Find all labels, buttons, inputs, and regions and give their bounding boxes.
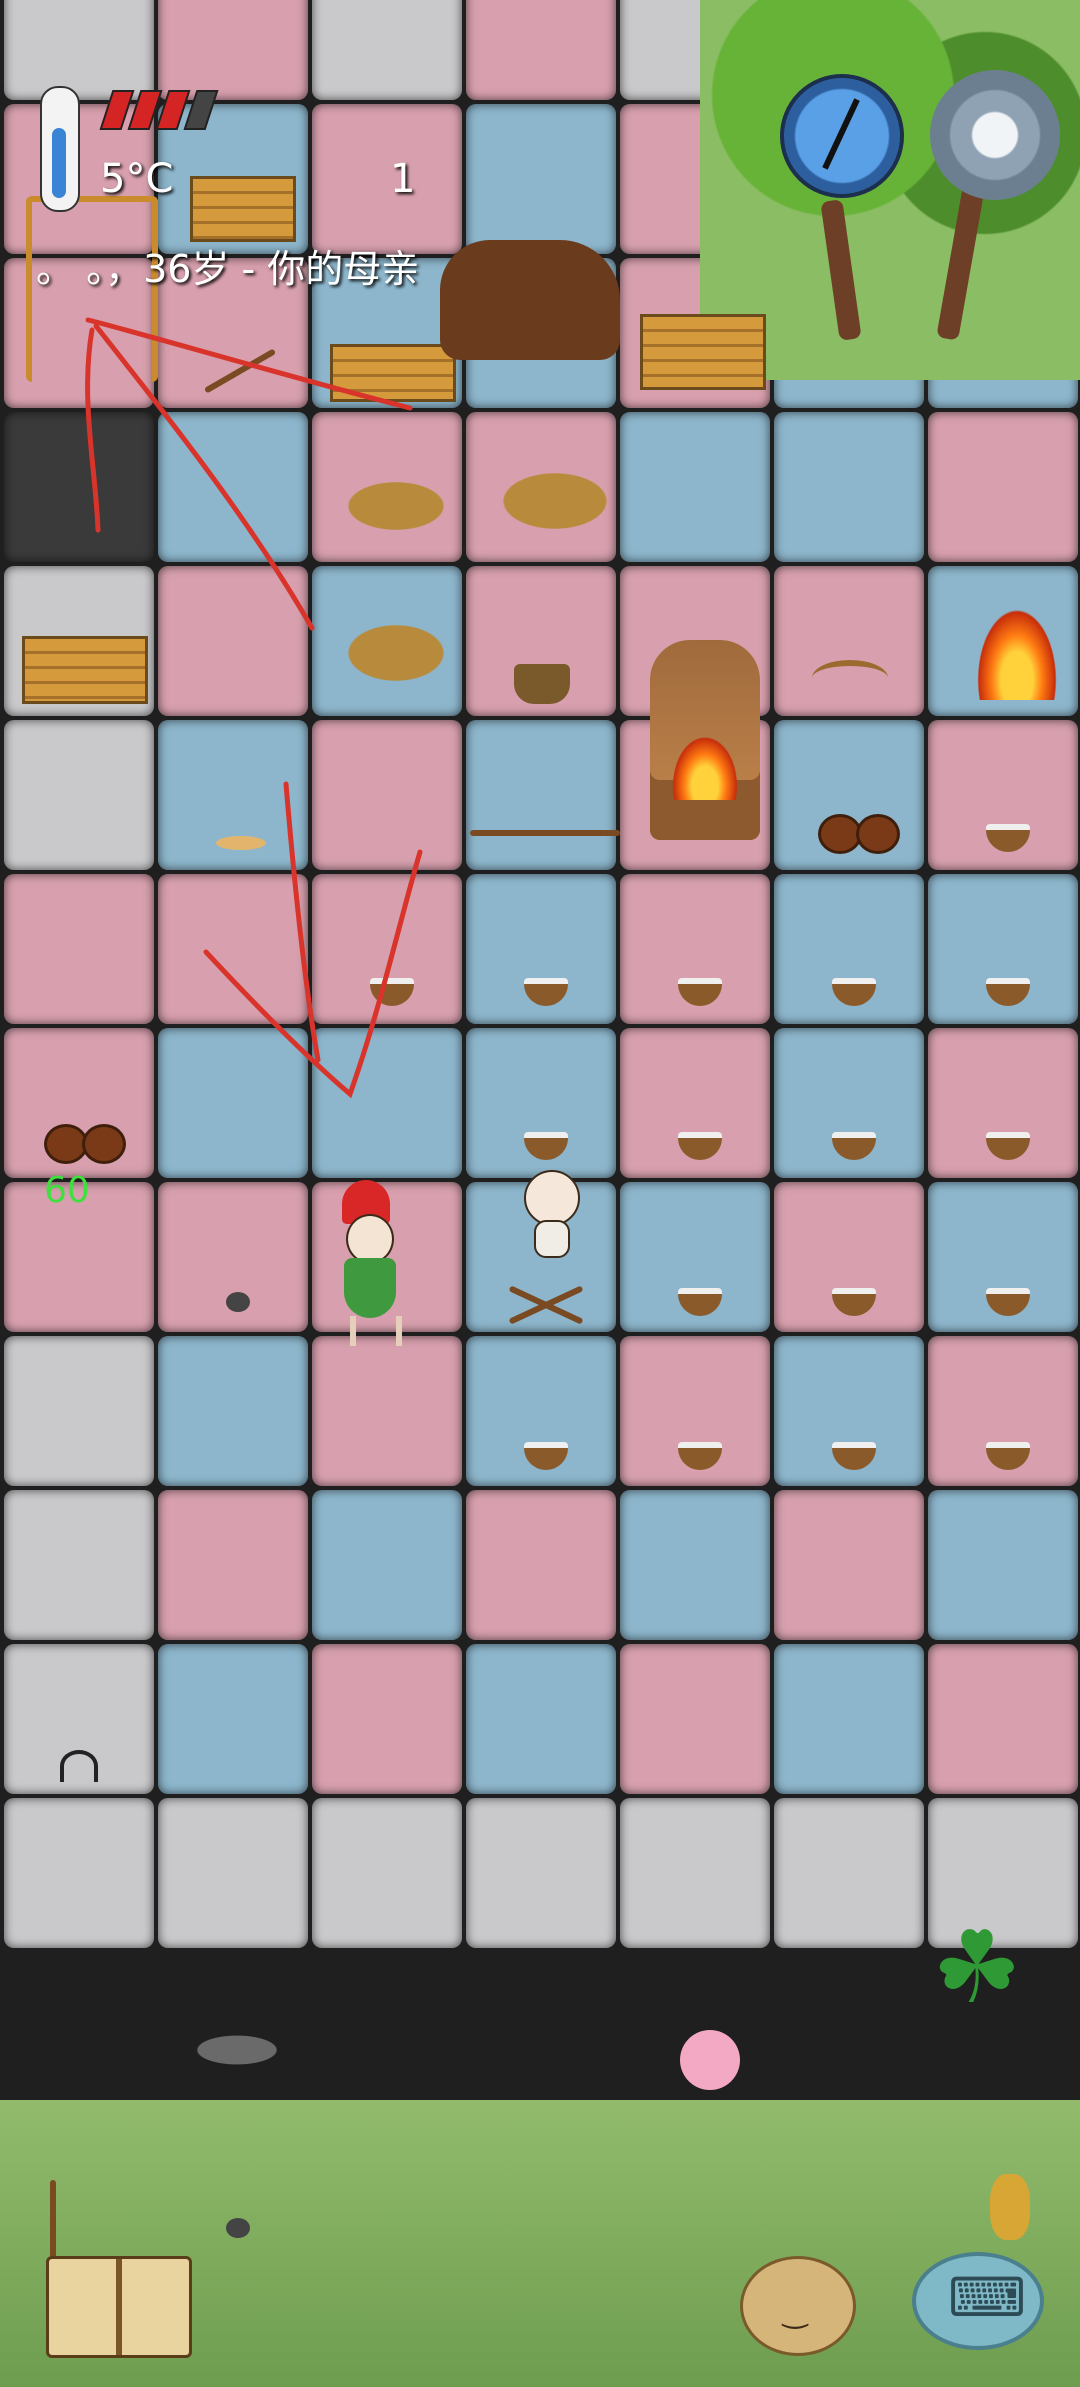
floor-tile[interactable] xyxy=(158,1644,308,1794)
straw-pile[interactable] xyxy=(336,618,456,688)
floor-tile[interactable] xyxy=(928,412,1078,562)
gear-icon[interactable] xyxy=(930,70,1060,200)
floor-tile[interactable] xyxy=(158,1490,308,1640)
dead-bush[interactable] xyxy=(182,2030,292,2070)
floor-tile[interactable] xyxy=(312,1490,462,1640)
baby-head xyxy=(524,1170,580,1226)
compass-icon[interactable] xyxy=(780,74,904,198)
burdock[interactable] xyxy=(856,814,900,854)
long-shaft[interactable] xyxy=(470,830,620,836)
burdock[interactable] xyxy=(82,1124,126,1164)
floor-tile[interactable] xyxy=(774,412,924,562)
floor-tile[interactable] xyxy=(312,1644,462,1794)
floor-tile[interactable] xyxy=(466,1490,616,1640)
potato-face-icon[interactable] xyxy=(740,2256,856,2356)
floor-tile[interactable] xyxy=(4,1490,154,1640)
floor-tile[interactable] xyxy=(774,1490,924,1640)
baby-body xyxy=(534,1220,570,1258)
floor-tile[interactable] xyxy=(4,720,154,870)
thermometer-icon xyxy=(40,86,80,212)
flat-bread[interactable] xyxy=(216,836,266,850)
floor-tile[interactable] xyxy=(620,1644,770,1794)
floor-tile[interactable] xyxy=(4,1336,154,1486)
floor-tile[interactable] xyxy=(4,1798,154,1948)
floor-tile[interactable] xyxy=(312,720,462,870)
floor-tile[interactable] xyxy=(466,104,616,254)
keyboard-icon[interactable] xyxy=(912,2252,1044,2350)
floor-tile[interactable] xyxy=(158,566,308,716)
floor-tile[interactable] xyxy=(620,412,770,562)
player-character[interactable] xyxy=(330,1180,410,1350)
floor-tile[interactable] xyxy=(774,1644,924,1794)
floor-tile[interactable] xyxy=(466,1644,616,1794)
floor-tile[interactable] xyxy=(774,1798,924,1948)
counter-label: 1 xyxy=(390,156,416,202)
crate-with-charcoal[interactable] xyxy=(640,314,766,390)
floor-tile[interactable] xyxy=(928,1490,1078,1640)
floor-tile[interactable] xyxy=(312,0,462,100)
floor-tile[interactable] xyxy=(4,874,154,1024)
floor-tile[interactable] xyxy=(158,1798,308,1948)
campfire[interactable] xyxy=(972,600,1062,700)
floor-tile[interactable] xyxy=(158,412,308,562)
straw-pile[interactable] xyxy=(490,466,620,536)
floor-tile[interactable] xyxy=(620,1798,770,1948)
floor-tile[interactable] xyxy=(620,1490,770,1640)
wooden-box[interactable] xyxy=(190,176,296,242)
floor-tile[interactable] xyxy=(312,1798,462,1948)
temperature-label: 5°C xyxy=(100,156,174,202)
book-icon[interactable] xyxy=(46,2256,192,2358)
floor-tile[interactable] xyxy=(158,0,308,100)
horse[interactable] xyxy=(440,240,620,360)
yum-bonus-label: 60 xyxy=(44,1170,90,1211)
floor-tile[interactable] xyxy=(312,1336,462,1486)
basket[interactable] xyxy=(514,664,570,704)
player-head xyxy=(346,1214,394,1264)
floor-tile[interactable] xyxy=(312,1028,462,1178)
floor-tile[interactable] xyxy=(466,1798,616,1948)
straw-pile[interactable] xyxy=(336,476,456,536)
player-body xyxy=(344,1258,396,1318)
kiln-fire xyxy=(668,730,742,800)
floor-tile[interactable] xyxy=(158,1028,308,1178)
relation-label[interactable]: 。 。，36岁 - 你的母亲 xyxy=(36,238,419,293)
player-legs xyxy=(350,1316,402,1346)
food-meter xyxy=(99,90,219,130)
four-leaf-clover-icon: ☘ xyxy=(932,1909,1022,2026)
crate-with-items[interactable] xyxy=(22,636,148,704)
floor-tile[interactable] xyxy=(466,0,616,100)
milkweed[interactable] xyxy=(60,1750,98,1782)
round-stone[interactable] xyxy=(226,1292,250,1312)
round-stone[interactable] xyxy=(226,2218,250,2238)
floor-tile[interactable] xyxy=(466,720,616,870)
floor-tile[interactable] xyxy=(312,104,462,254)
floor-tile[interactable] xyxy=(4,412,154,562)
floor-tile[interactable] xyxy=(4,0,154,100)
wooden-cart[interactable] xyxy=(330,344,456,402)
cotton-candy-plant[interactable] xyxy=(680,2030,740,2090)
baby-character[interactable] xyxy=(520,1170,580,1258)
floor-tile[interactable] xyxy=(158,1336,308,1486)
floor-tile[interactable] xyxy=(928,1644,1078,1794)
floor-tile[interactable] xyxy=(158,874,308,1024)
bow[interactable] xyxy=(812,660,888,696)
pineapple[interactable] xyxy=(990,2174,1030,2240)
